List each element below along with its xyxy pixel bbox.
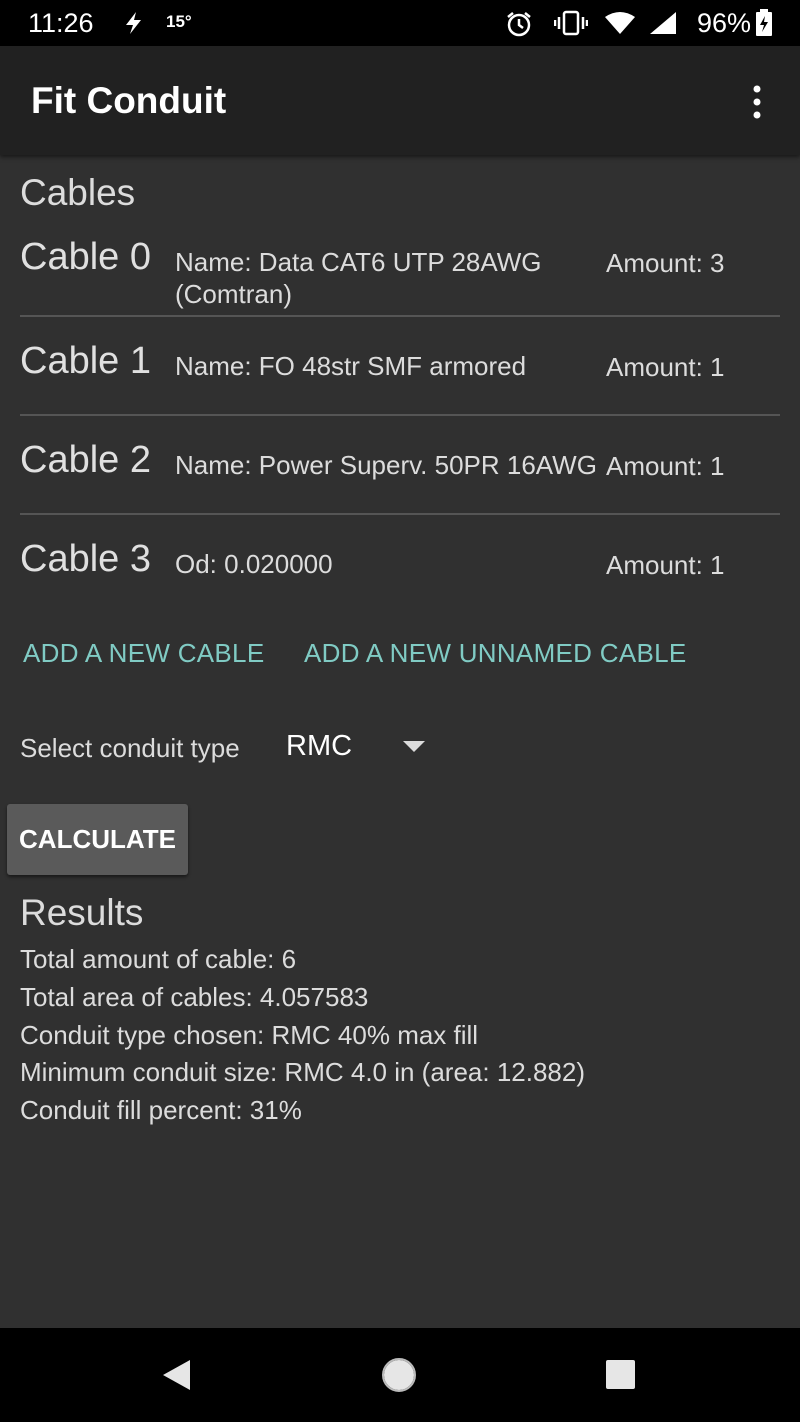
status-bar: 11:26 15° 96%	[0, 0, 800, 46]
result-fill-percent: Conduit fill percent: 31%	[20, 1095, 302, 1125]
dropdown-arrow-icon	[403, 741, 425, 752]
alarm-icon	[507, 12, 531, 37]
cable-index-label: Cable 3	[20, 538, 151, 580]
result-total-area: Total area of cables: 4.057583	[20, 982, 369, 1012]
cables-section-title: Cables	[20, 172, 136, 213]
cable-description: Name: Data CAT6 UTP 28AWG (Comtran)	[175, 247, 542, 309]
cable-amount: Amount: 1	[606, 352, 725, 382]
battery-charging-icon	[756, 9, 772, 36]
conduit-type-value: RMC	[286, 730, 353, 762]
home-icon[interactable]	[381, 1357, 417, 1393]
conduit-type-label: Select conduit type	[20, 733, 240, 763]
cable-row-0[interactable]: Cable 0 Name: Data CAT6 UTP 28AWG (Comtr…	[20, 236, 780, 314]
cable-amount: Amount: 3	[606, 248, 725, 278]
app-bar: Fit Conduit	[0, 46, 800, 155]
cable-amount: Amount: 1	[606, 451, 725, 481]
back-icon[interactable]	[160, 1358, 192, 1392]
results-section-title: Results	[20, 892, 144, 933]
recents-icon[interactable]	[605, 1359, 636, 1390]
calculate-button[interactable]: CALCULATE	[7, 804, 188, 875]
cable-row-1[interactable]: Cable 1 Name: FO 48str SMF armored Amoun…	[20, 340, 780, 410]
wifi-icon	[605, 12, 635, 34]
status-time: 11:26	[28, 8, 94, 38]
cable-divider	[20, 315, 780, 317]
app-title: Fit Conduit	[31, 80, 227, 121]
cable-description: Name: FO 48str SMF armored	[175, 351, 527, 381]
charging-bolt-icon	[126, 12, 141, 34]
battery-percent: 96%	[697, 8, 752, 38]
cell-signal-icon	[650, 12, 676, 34]
result-minimum-size: Minimum conduit size: RMC 4.0 in (area: …	[20, 1057, 586, 1087]
vibrate-icon	[554, 10, 588, 36]
cable-amount: Amount: 1	[606, 550, 725, 580]
status-temperature: 15°	[166, 12, 192, 31]
cable-row-2[interactable]: Cable 2 Name: Power Superv. 50PR 16AWG A…	[20, 439, 780, 509]
result-total-amount: Total amount of cable: 6	[20, 944, 297, 974]
add-unnamed-cable-button[interactable]: ADD A NEW UNNAMED CABLE	[304, 638, 687, 669]
cable-index-label: Cable 1	[20, 340, 151, 382]
cable-divider	[20, 414, 780, 416]
cable-row-3[interactable]: Cable 3 Od: 0.020000 Amount: 1	[20, 538, 780, 608]
more-options-icon[interactable]	[744, 84, 770, 120]
cable-description: Od: 0.020000	[175, 549, 333, 579]
cable-divider	[20, 513, 780, 515]
result-conduit-type: Conduit type chosen: RMC 40% max fill	[20, 1020, 479, 1050]
add-cable-button[interactable]: ADD A NEW CABLE	[23, 638, 264, 669]
cable-index-label: Cable 2	[20, 439, 151, 481]
cable-description: Name: Power Superv. 50PR 16AWG	[175, 450, 597, 480]
navigation-bar	[0, 1328, 800, 1422]
cable-index-label: Cable 0	[20, 236, 151, 278]
